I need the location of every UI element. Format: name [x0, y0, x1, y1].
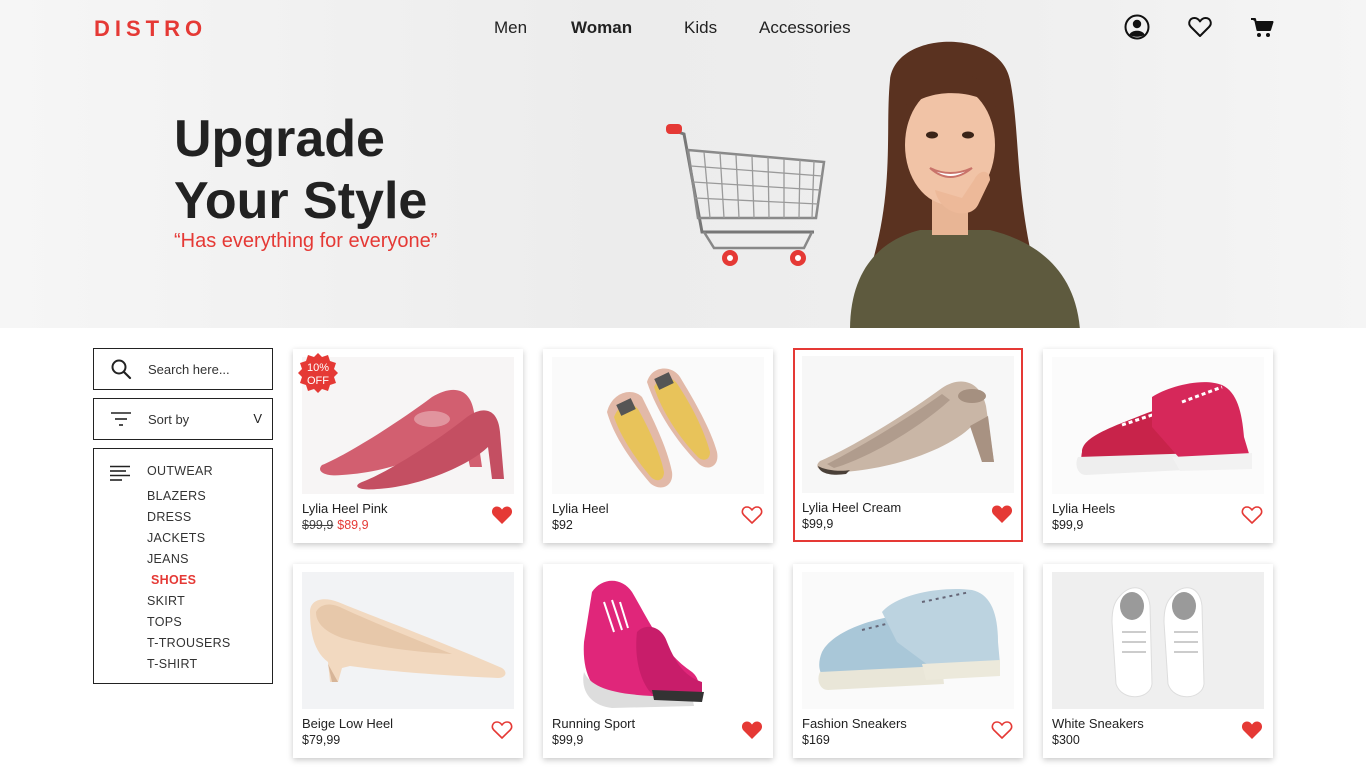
discount-badge	[298, 353, 338, 393]
product-price: $92	[552, 518, 573, 532]
product-price: $79,99	[302, 733, 341, 747]
chevron-down-icon: V	[253, 411, 262, 426]
category-t-shirt[interactable]: T-SHIRT	[147, 657, 197, 671]
nav-kids[interactable]: Kids	[684, 18, 717, 38]
product-image	[1052, 357, 1264, 494]
category-jeans[interactable]: JEANS	[147, 552, 189, 566]
hero-line-2: Your Style	[174, 172, 428, 230]
hero-line-1: Upgrade	[174, 110, 385, 168]
product-price: $169	[802, 733, 830, 747]
search-icon	[111, 359, 132, 380]
product-card[interactable]: Lylia Heel $92	[543, 349, 773, 543]
heart-filled-icon[interactable]	[1241, 720, 1263, 740]
category-skirt[interactable]: SKIRT	[147, 594, 185, 608]
sale-price: $89,9	[337, 518, 369, 532]
product-card[interactable]: 10% OFF Lylia Heel Pink $99,9 $89,9	[293, 349, 523, 543]
product-price: $99,9 $89,9	[302, 518, 369, 532]
category-blazers[interactable]: BLAZERS	[147, 489, 206, 503]
product-name: Lylia Heel Pink	[302, 501, 388, 516]
model-photo	[850, 41, 1080, 328]
heart-filled-icon[interactable]	[741, 720, 763, 740]
nav-men[interactable]: Men	[494, 18, 527, 38]
search-placeholder: Search here...	[148, 361, 230, 377]
product-price: $99,9	[552, 733, 584, 747]
product-card[interactable]: Lylia Heels $99,9	[1043, 349, 1273, 543]
product-price: $300	[1052, 733, 1080, 747]
filter-icon	[111, 412, 131, 426]
nav-accessories[interactable]: Accessories	[759, 18, 851, 38]
product-card-selected[interactable]: Lylia Heel Cream $99,9	[793, 348, 1023, 542]
sort-label: Sort by	[148, 411, 190, 427]
product-card[interactable]: Fashion Sneakers $169	[793, 564, 1023, 758]
product-image	[1052, 572, 1264, 709]
product-card[interactable]: Running Sport $99,9	[543, 564, 773, 758]
user-circle-icon[interactable]	[1123, 13, 1151, 41]
shopping-cart-illustration	[666, 124, 826, 266]
cart-icon[interactable]	[1248, 13, 1276, 41]
category-jackets[interactable]: JACKETS	[147, 531, 205, 545]
product-price: $99,9	[1052, 518, 1084, 532]
product-name: Fashion Sneakers	[802, 716, 907, 731]
product-name: Lylia Heel Cream	[802, 500, 902, 515]
product-name: Lylia Heel	[552, 501, 609, 516]
category-tops[interactable]: TOPS	[147, 615, 182, 629]
sort-dropdown[interactable]: Sort by V	[93, 398, 273, 440]
product-name: White Sneakers	[1052, 716, 1144, 731]
product-price: $99,9	[802, 517, 834, 531]
category-list: OUTWEAR BLAZERS DRESS JACKETS JEANS SHOE…	[93, 448, 273, 684]
product-name: Beige Low Heel	[302, 716, 394, 731]
product-image	[552, 572, 764, 709]
heart-icon[interactable]	[1186, 13, 1214, 41]
product-name: Running Sport	[552, 716, 636, 731]
product-image	[802, 572, 1014, 709]
product-image	[552, 357, 764, 494]
hero-headline: Upgrade Your Style	[174, 108, 427, 232]
nav-woman[interactable]: Woman	[571, 18, 632, 38]
hero-tagline: “Has everything for everyone”	[174, 230, 438, 252]
menu-lines-icon	[110, 465, 130, 481]
brand-logo[interactable]: DISTRO	[94, 16, 207, 42]
heart-filled-icon[interactable]	[491, 505, 513, 525]
search-input[interactable]: Search here...	[93, 348, 273, 390]
product-image	[802, 356, 1014, 493]
product-card[interactable]: Beige Low Heel $79,99	[293, 564, 523, 758]
product-name: Lylia Heels	[1052, 501, 1116, 516]
heart-outline-icon[interactable]	[1241, 505, 1263, 525]
category-shoes[interactable]: SHOES	[151, 573, 196, 587]
category-outwear[interactable]: OUTWEAR	[147, 464, 213, 478]
category-dress[interactable]: DRESS	[147, 510, 192, 524]
original-price: $99,9	[302, 518, 334, 532]
heart-filled-icon[interactable]	[991, 504, 1013, 524]
category-t-trousers[interactable]: T-TROUSERS	[147, 636, 231, 650]
product-image	[302, 572, 514, 709]
heart-outline-icon[interactable]	[991, 720, 1013, 740]
heart-outline-icon[interactable]	[741, 505, 763, 525]
product-card[interactable]: White Sneakers $300	[1043, 564, 1273, 758]
hero-banner: DISTRO Men Woman Kids Accessories Upgrad…	[0, 0, 1366, 328]
heart-outline-icon[interactable]	[491, 720, 513, 740]
